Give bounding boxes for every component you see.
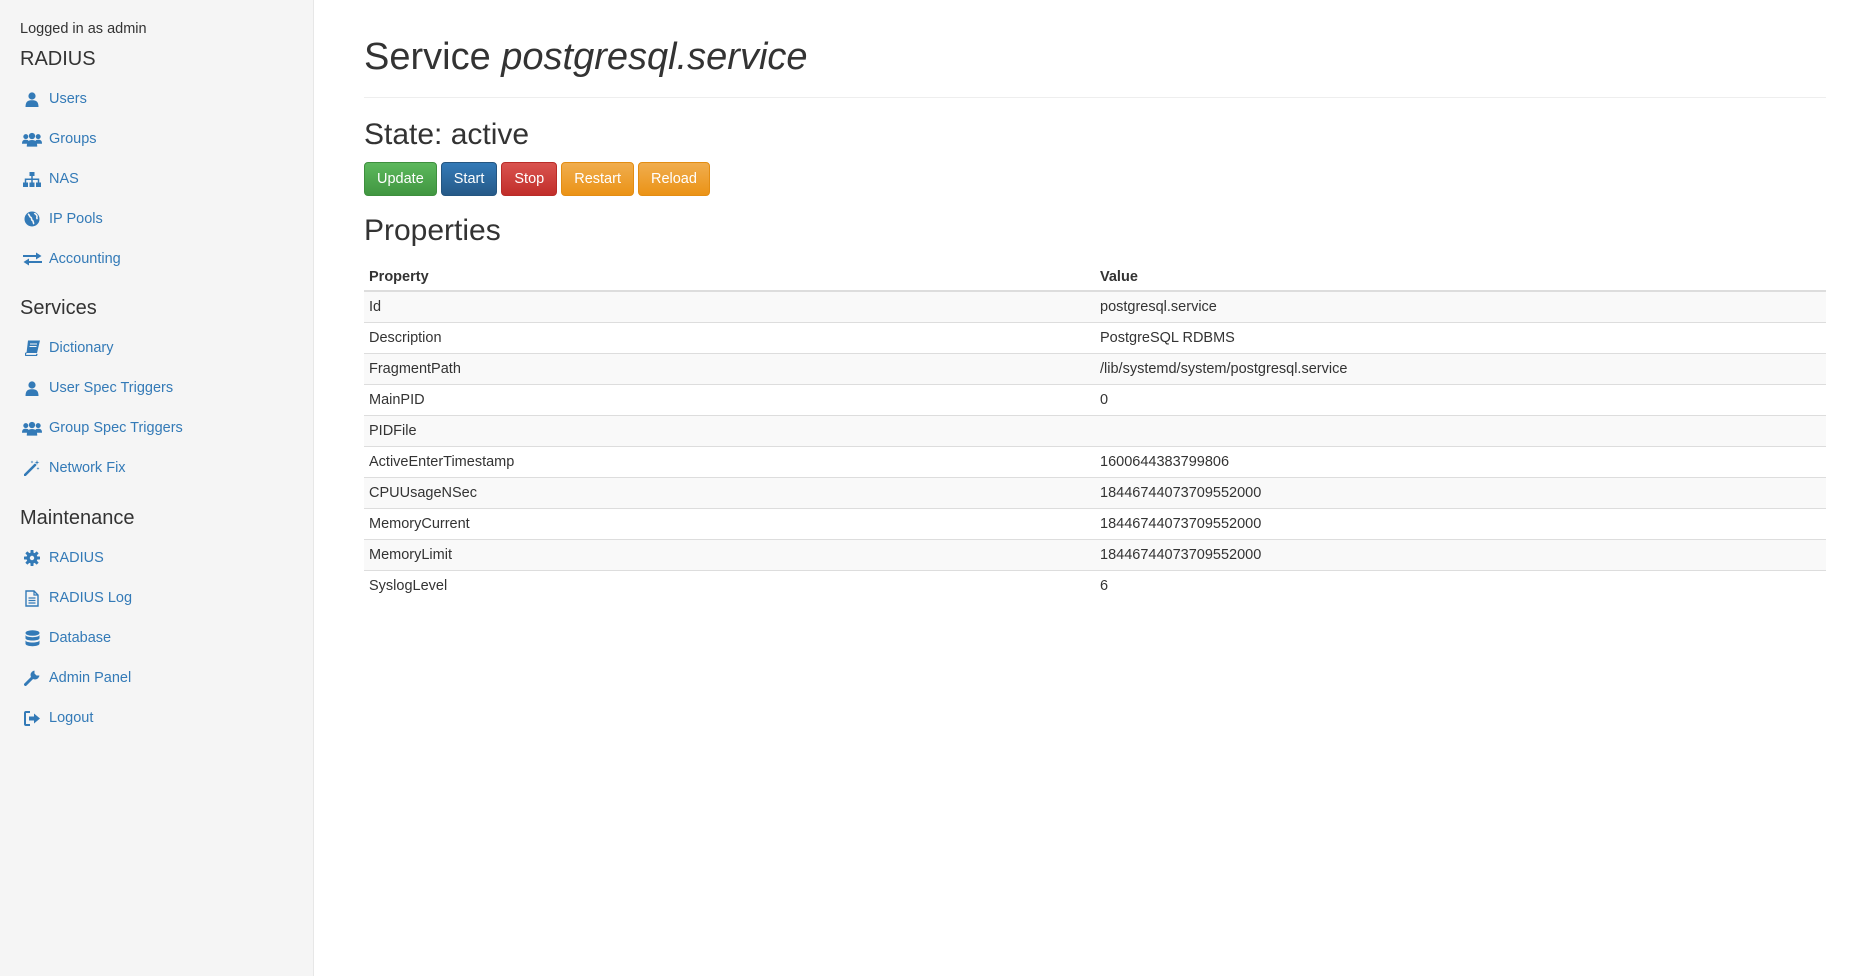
restart-button[interactable]: Restart	[561, 162, 634, 196]
property-name: SyslogLevel	[364, 569, 1095, 601]
property-name: Id	[369, 298, 382, 315]
sidebar-item-nas[interactable]: NAS	[22, 167, 79, 191]
property-value: 6	[1095, 569, 1826, 601]
section-title-radius: RADIUS	[20, 48, 96, 70]
page-title-prefix: Service	[364, 36, 491, 78]
sidebar-item-radius[interactable]: RADIUS	[22, 546, 104, 570]
globe-icon	[22, 210, 42, 228]
property-name: CPUUsageNSec	[364, 476, 1095, 508]
sidebar-item-label: Users	[49, 91, 87, 107]
sidebar: Logged in as admin RADIUS Users Groups N…	[0, 0, 314, 976]
sidebar-item-label: Admin Panel	[49, 670, 132, 686]
sidebar-item-label: Network Fix	[49, 460, 126, 476]
sidebar-item-accounting[interactable]: Accounting	[22, 247, 121, 271]
table-row: MemoryLimit 18446744073709552000	[364, 538, 1826, 570]
property-value: 18446744073709552000	[1095, 507, 1826, 539]
table-row: ActiveEnterTimestamp 1600644383799806	[364, 445, 1826, 477]
table-row: MemoryCurrent 18446744073709552000	[364, 507, 1826, 539]
sidebar-item-network-fix[interactable]: Network Fix	[22, 456, 126, 480]
sidebar-item-admin-panel[interactable]: Admin Panel	[22, 666, 131, 690]
properties-heading: Properties	[364, 214, 501, 247]
table-row: Description PostgreSQL RDBMS	[364, 321, 1826, 353]
property-value: 18446744073709552000	[1095, 476, 1826, 508]
sidebar-item-label: Logout	[49, 710, 94, 726]
action-buttons: Update Start Stop Restart Reload	[364, 162, 710, 196]
users-icon	[22, 419, 42, 437]
sidebar-item-user-spec-triggers[interactable]: User Spec Triggers	[22, 376, 173, 400]
property-name: Description	[364, 321, 1095, 353]
update-button[interactable]: Update	[364, 162, 437, 196]
property-value: 1600644383799806	[1095, 445, 1826, 477]
property-value: postgresql.service	[1100, 298, 1217, 315]
property-name: FragmentPath	[364, 352, 1095, 384]
properties-table: Property Value Id postgresql.service Des…	[364, 263, 1826, 601]
property-name: MemoryLimit	[364, 538, 1095, 570]
sign-out-icon	[22, 709, 42, 727]
user-icon	[22, 379, 42, 397]
reload-button[interactable]: Reload	[637, 162, 710, 196]
sidebar-item-label: IP Pools	[49, 211, 103, 227]
exchange-icon	[22, 250, 42, 268]
property-name: ActiveEnterTimestamp	[364, 445, 1095, 477]
table-row: FragmentPath /lib/systemd/system/postgre…	[364, 352, 1826, 384]
sidebar-item-radius-log[interactable]: RADIUS Log	[22, 586, 132, 610]
property-name: MemoryCurrent	[364, 507, 1095, 539]
sidebar-item-label: Database	[49, 630, 112, 646]
sidebar-item-ip-pools[interactable]: IP Pools	[22, 207, 103, 231]
property-value: PostgreSQL RDBMS	[1095, 321, 1826, 353]
section-title-services: Services	[20, 297, 97, 319]
logged-in-label: Logged in as admin	[20, 21, 147, 37]
sidebar-item-dictionary[interactable]: Dictionary	[22, 336, 113, 360]
wrench-icon	[22, 669, 42, 687]
sidebar-item-database[interactable]: Database	[22, 626, 111, 650]
sidebar-item-label: NAS	[49, 171, 79, 187]
table-header-row: Property Value	[364, 263, 1826, 292]
service-state: State: active	[364, 118, 530, 151]
column-header-property: Property	[364, 263, 1095, 292]
sidebar-item-groups[interactable]: Groups	[22, 127, 97, 151]
user-icon	[22, 90, 42, 108]
title-divider	[364, 97, 1826, 98]
sidebar-item-label: RADIUS Log	[49, 590, 133, 606]
sidebar-item-label: Groups	[49, 131, 97, 147]
sidebar-item-label: RADIUS	[49, 550, 104, 566]
sidebar-item-label: Dictionary	[49, 340, 114, 356]
sidebar-item-label: Group Spec Triggers	[49, 420, 183, 436]
sidebar-item-label: User Spec Triggers	[49, 380, 174, 396]
column-header-value: Value	[1095, 263, 1826, 292]
stop-button[interactable]: Stop	[501, 162, 558, 196]
magic-wand-icon	[22, 459, 42, 477]
page-title-service: postgresql.service	[501, 36, 808, 78]
page-title: Service postgresql.service	[364, 36, 808, 79]
table-row: Id postgresql.service	[364, 291, 1826, 322]
property-value: 18446744073709552000	[1095, 538, 1826, 570]
sidebar-item-label: Accounting	[49, 251, 121, 267]
sidebar-item-logout[interactable]: Logout	[22, 706, 93, 730]
database-icon	[22, 629, 42, 647]
start-button[interactable]: Start	[440, 162, 498, 196]
property-name: PIDFile	[364, 414, 1095, 446]
table-row: CPUUsageNSec 18446744073709552000	[364, 476, 1826, 508]
property-value: /lib/systemd/system/postgresql.service	[1095, 352, 1826, 384]
users-icon	[22, 130, 42, 148]
table-row: PIDFile	[364, 414, 1826, 446]
table-row: SyslogLevel 6	[364, 569, 1826, 601]
section-title-maintenance: Maintenance	[20, 507, 135, 529]
sidebar-item-group-spec-triggers[interactable]: Group Spec Triggers	[22, 416, 183, 440]
property-value: 0	[1095, 383, 1826, 415]
gear-icon	[22, 549, 42, 567]
file-text-icon	[22, 589, 42, 607]
property-value	[1095, 414, 1826, 446]
book-icon	[22, 339, 42, 357]
property-name: MainPID	[364, 383, 1095, 415]
table-row: MainPID 0	[364, 383, 1826, 415]
sidebar-item-users[interactable]: Users	[22, 87, 87, 111]
sitemap-icon	[22, 170, 42, 188]
